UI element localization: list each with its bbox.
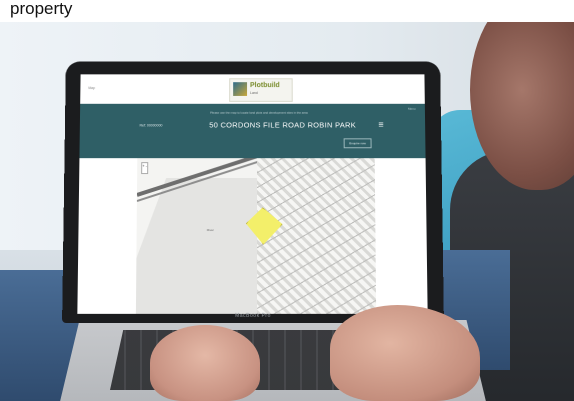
photo-scene: Map Plotbuild Land Menu Please use the m… <box>0 0 574 401</box>
laptop-screen: Map Plotbuild Land Menu Please use the m… <box>77 74 428 314</box>
header-left-text[interactable]: Map <box>88 86 95 90</box>
left-hand <box>150 325 260 401</box>
laptop-lid: Map Plotbuild Land Menu Please use the m… <box>62 61 444 324</box>
logo-tagline: Land <box>250 91 258 95</box>
logo-name: Plotbuild <box>250 82 280 90</box>
site-header: Map Plotbuild Land <box>80 74 425 104</box>
listing-reference: Ref: 00000000 <box>139 123 163 128</box>
zoom-control[interactable]: + - <box>141 162 149 175</box>
caption-text: property <box>0 0 574 22</box>
town-roads <box>256 158 377 314</box>
map-area-label: River <box>206 228 214 233</box>
site-map[interactable]: River + - <box>135 158 377 314</box>
listing-title: 50 CORDONS FILE ROAD ROBIN PARK <box>209 120 357 130</box>
logo-mark-icon <box>233 82 248 96</box>
listing-banner: Menu Please use the map to locate land p… <box>79 103 426 159</box>
enquire-button[interactable]: Enquire now <box>343 138 372 149</box>
site-logo[interactable]: Plotbuild Land <box>229 78 293 102</box>
hamburger-menu-icon[interactable]: ≡ <box>378 120 383 130</box>
banner-info-line: Please use the map to locate land plots … <box>210 110 308 115</box>
top-right-link[interactable]: Menu <box>408 107 416 111</box>
